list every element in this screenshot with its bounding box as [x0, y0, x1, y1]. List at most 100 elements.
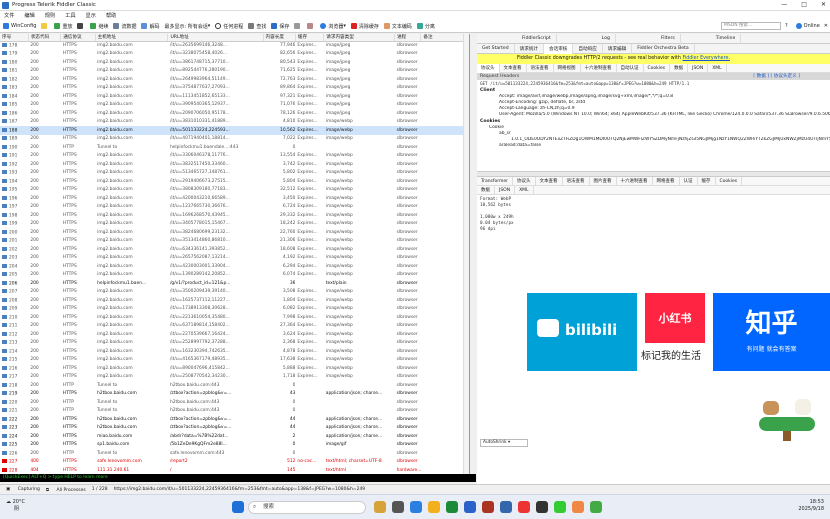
- table-row[interactable]: 199 200 HTTPS img2.baidu.com/it/u=340577801…: [0, 220, 469, 229]
- tab-resp-tabs-8[interactable]: 缓存: [698, 176, 716, 186]
- column-header[interactable]: 请求内容类型: [323, 34, 396, 42]
- tab-log[interactable]: Log: [597, 33, 616, 44]
- fiddler-everywhere-link[interactable]: Fiddler Everywhere.: [682, 56, 730, 61]
- timer-button[interactable]: [307, 23, 315, 29]
- column-header[interactable]: 通信协议: [60, 34, 96, 42]
- table-row[interactable]: 200 200 HTTPS img2.baidu.com/it/u=382468069…: [0, 228, 469, 237]
- column-header[interactable]: 缓存: [295, 34, 325, 42]
- table-row[interactable]: 188 200 HTTPS img2.baidu.com/it/u=501133224…: [0, 126, 469, 135]
- screenshot-button[interactable]: [294, 23, 302, 29]
- table-row[interactable]: 195 200 HTTPS img2.baidu.com/it/u=380830918…: [0, 186, 469, 195]
- table-row[interactable]: 178 200 HTTPS img2.baidu.com/it/u=263569914…: [0, 41, 469, 50]
- table-row[interactable]: 224 200 HTTPS miao.baidu.com/abdr?data=%7B%…: [0, 432, 469, 441]
- table-row[interactable]: 198 200 HTTPS img2.baidu.com/it/u=169626857…: [0, 211, 469, 220]
- table-row[interactable]: 219 200 HTTPS h2tbox.baidu.com/ztbox?action…: [0, 390, 469, 399]
- tearoff-button[interactable]: 分离: [416, 23, 435, 30]
- table-row[interactable]: 196 200 HTTPS img2.baidu.com/it/u=420004321…: [0, 194, 469, 203]
- table-row[interactable]: 211 200 HTTPS img2.baidu.com/it/u=637189814…: [0, 322, 469, 331]
- app-icon[interactable]: [482, 501, 494, 513]
- tab-resp-tabs-6[interactable]: 网格查看: [653, 176, 680, 186]
- session-scrollbar[interactable]: [463, 34, 469, 474]
- column-header[interactable]: 主机地址: [95, 34, 169, 42]
- tab-req-tabs-0[interactable]: 协议头: [477, 63, 500, 73]
- close-icon[interactable]: ✕: [824, 23, 828, 29]
- tab-req-tabs-9[interactable]: XML: [708, 63, 727, 73]
- table-row[interactable]: 190 200 HTTP Tunnel to helpinfockmu1.baendal…: [0, 143, 469, 152]
- tab-inspectors[interactable]: 会话审核: [544, 43, 574, 54]
- table-row[interactable]: 185 200 HTTPS img2.baidu.com/it/u=390954036…: [0, 101, 469, 110]
- tab-req-tabs-7[interactable]: 数据: [670, 63, 689, 73]
- edge-icon[interactable]: [410, 501, 422, 513]
- table-row[interactable]: 189 200 HTTPS img2.baidu.com/it/u=407194040…: [0, 135, 469, 144]
- msdn-search-input[interactable]: MSDN 搜索...: [721, 22, 781, 30]
- table-row[interactable]: 201 200 HTTPS img2.baidu.com/it/u=351341486…: [0, 237, 469, 246]
- tab-req-tabs-3[interactable]: 网格视图: [554, 63, 581, 73]
- go-button[interactable]: 继续: [90, 23, 108, 30]
- column-header[interactable]: 序号: [0, 34, 29, 42]
- minimize-button[interactable]: —: [781, 1, 787, 8]
- tab-filters[interactable]: Filters: [656, 33, 681, 44]
- tab-autoresponder[interactable]: 自动响应: [573, 43, 603, 54]
- tab-resp-tabs-9[interactable]: Cookies: [716, 176, 743, 186]
- column-header[interactable]: 状态代码: [28, 34, 62, 42]
- tab-orchestra[interactable]: Fiddler Orchestra Beta: [632, 43, 695, 54]
- tab-req-tabs-5[interactable]: 自动认证: [617, 63, 644, 73]
- clear-cache-button[interactable]: 清除缓存: [350, 23, 379, 30]
- menu-help[interactable]: 帮助: [106, 12, 116, 19]
- table-row[interactable]: 208 200 HTTPS img2.baidu.com/it/u=162573711…: [0, 296, 469, 305]
- tab-get-started[interactable]: Get Started: [477, 43, 515, 54]
- decode-button[interactable]: 解码: [141, 23, 160, 30]
- find-button[interactable]: 查找: [248, 23, 266, 30]
- tab-resp-tabs2-0[interactable]: 数据: [477, 185, 495, 195]
- store-icon[interactable]: [446, 501, 458, 513]
- table-row[interactable]: 216 200 HTTPS img2.baidu.com/it/u=890047696…: [0, 364, 469, 373]
- tab-resp-tabs-1[interactable]: 协议头: [513, 176, 536, 186]
- table-row[interactable]: 227 400 HTTPS safe.lenovomm.com/report2 512 n…: [0, 458, 469, 467]
- maximize-button[interactable]: □: [801, 1, 807, 8]
- text-encoder-button[interactable]: 文本编码: [383, 23, 412, 30]
- menu-edit[interactable]: 编辑: [24, 12, 34, 19]
- table-row[interactable]: 215 200 HTTPS img2.baidu.com/it/u=416536717…: [0, 356, 469, 365]
- widgets-icon[interactable]: [374, 501, 386, 513]
- table-row[interactable]: 222 200 HTTPS h2tbox.baidu.com/ztbox?action…: [0, 415, 469, 424]
- header-definition-links[interactable]: [ 数据 ] [ 协议头定义 ]: [753, 73, 800, 80]
- table-row[interactable]: 226 200 HTTP Tunnel to safe.lenovomm.com:443…: [0, 449, 469, 458]
- file-explorer-icon[interactable]: [428, 501, 440, 513]
- table-row[interactable]: 194 200 HTTPS img2.baidu.com/it/u=291940667…: [0, 177, 469, 186]
- cookies-group[interactable]: Cookies: [477, 118, 830, 125]
- capture-indicator[interactable]: ▣ Capturing: [6, 487, 40, 492]
- table-row[interactable]: 192 200 HTTPS img2.baidu.com/it/u=383251745…: [0, 160, 469, 169]
- tab-timeline[interactable]: Timeline: [711, 33, 742, 44]
- any-process-button[interactable]: 任何进程: [215, 23, 243, 30]
- tab-req-tabs-8[interactable]: JSON: [688, 63, 709, 73]
- tab-composer[interactable]: 请求编辑: [603, 43, 633, 54]
- word-icon[interactable]: [464, 501, 476, 513]
- tab-resp-tabs2-1[interactable]: JSON: [495, 185, 516, 195]
- tab-req-tabs-4[interactable]: 十六进制查看: [581, 63, 617, 73]
- table-row[interactable]: 186 200 HTTPS img2.baidu.com/it/u=209070605…: [0, 109, 469, 118]
- table-row[interactable]: 205 200 HTTPS img2.baidu.com/it/u=139028914…: [0, 271, 469, 280]
- tab-resp-tabs-7[interactable]: 认证: [680, 176, 698, 186]
- table-row[interactable]: 179 200 HTTPS img2.baidu.com/it/u=323807545…: [0, 50, 469, 59]
- tab-resp-tabs2-2[interactable]: XML: [515, 185, 534, 195]
- table-row[interactable]: 210 200 HTTPS img2.baidu.com/it/u=221361005…: [0, 313, 469, 322]
- column-header[interactable]: URL地址: [167, 34, 264, 42]
- table-row[interactable]: 206 200 HTTPS helpinfockmu1.baen... /g/v1/?p…: [0, 279, 469, 288]
- quickexec-input[interactable]: [QuickExec] ALT+Q > type HELP to learn m…: [0, 474, 476, 482]
- tab-req-tabs-2[interactable]: 语法查看: [527, 63, 554, 73]
- menu-tools[interactable]: 工具: [65, 12, 75, 19]
- fiddler-taskbar-icon[interactable]: [572, 501, 584, 513]
- game-icon[interactable]: [590, 501, 602, 513]
- winconfig-button[interactable]: WinConfig: [3, 23, 36, 29]
- table-row[interactable]: 202 200 HTTPS img2.baidu.com/it/u=634336141…: [0, 245, 469, 254]
- table-row[interactable]: 225 200 HTTPS sp1.baidu.com/5b1ZeDe9KgQFm2e…: [0, 441, 469, 450]
- tab-fiddlerscript[interactable]: FiddlerScript: [517, 33, 557, 44]
- tab-statistics[interactable]: 请求统计: [515, 43, 545, 54]
- table-row[interactable]: 218 200 HTTP Tunnel to h2tbox.baidu.com:443 0…: [0, 381, 469, 390]
- wechat-icon[interactable]: [554, 501, 566, 513]
- save-button[interactable]: 保存: [271, 23, 289, 30]
- table-row[interactable]: 180 200 HTTPS img2.baidu.com/it/u=386174871…: [0, 58, 469, 67]
- tab-resp-tabs-4[interactable]: 图片查看: [590, 176, 617, 186]
- remove-button[interactable]: [77, 23, 85, 29]
- table-row[interactable]: 221 200 HTTP Tunnel to h2tbox.baidu.com:443 0…: [0, 407, 469, 416]
